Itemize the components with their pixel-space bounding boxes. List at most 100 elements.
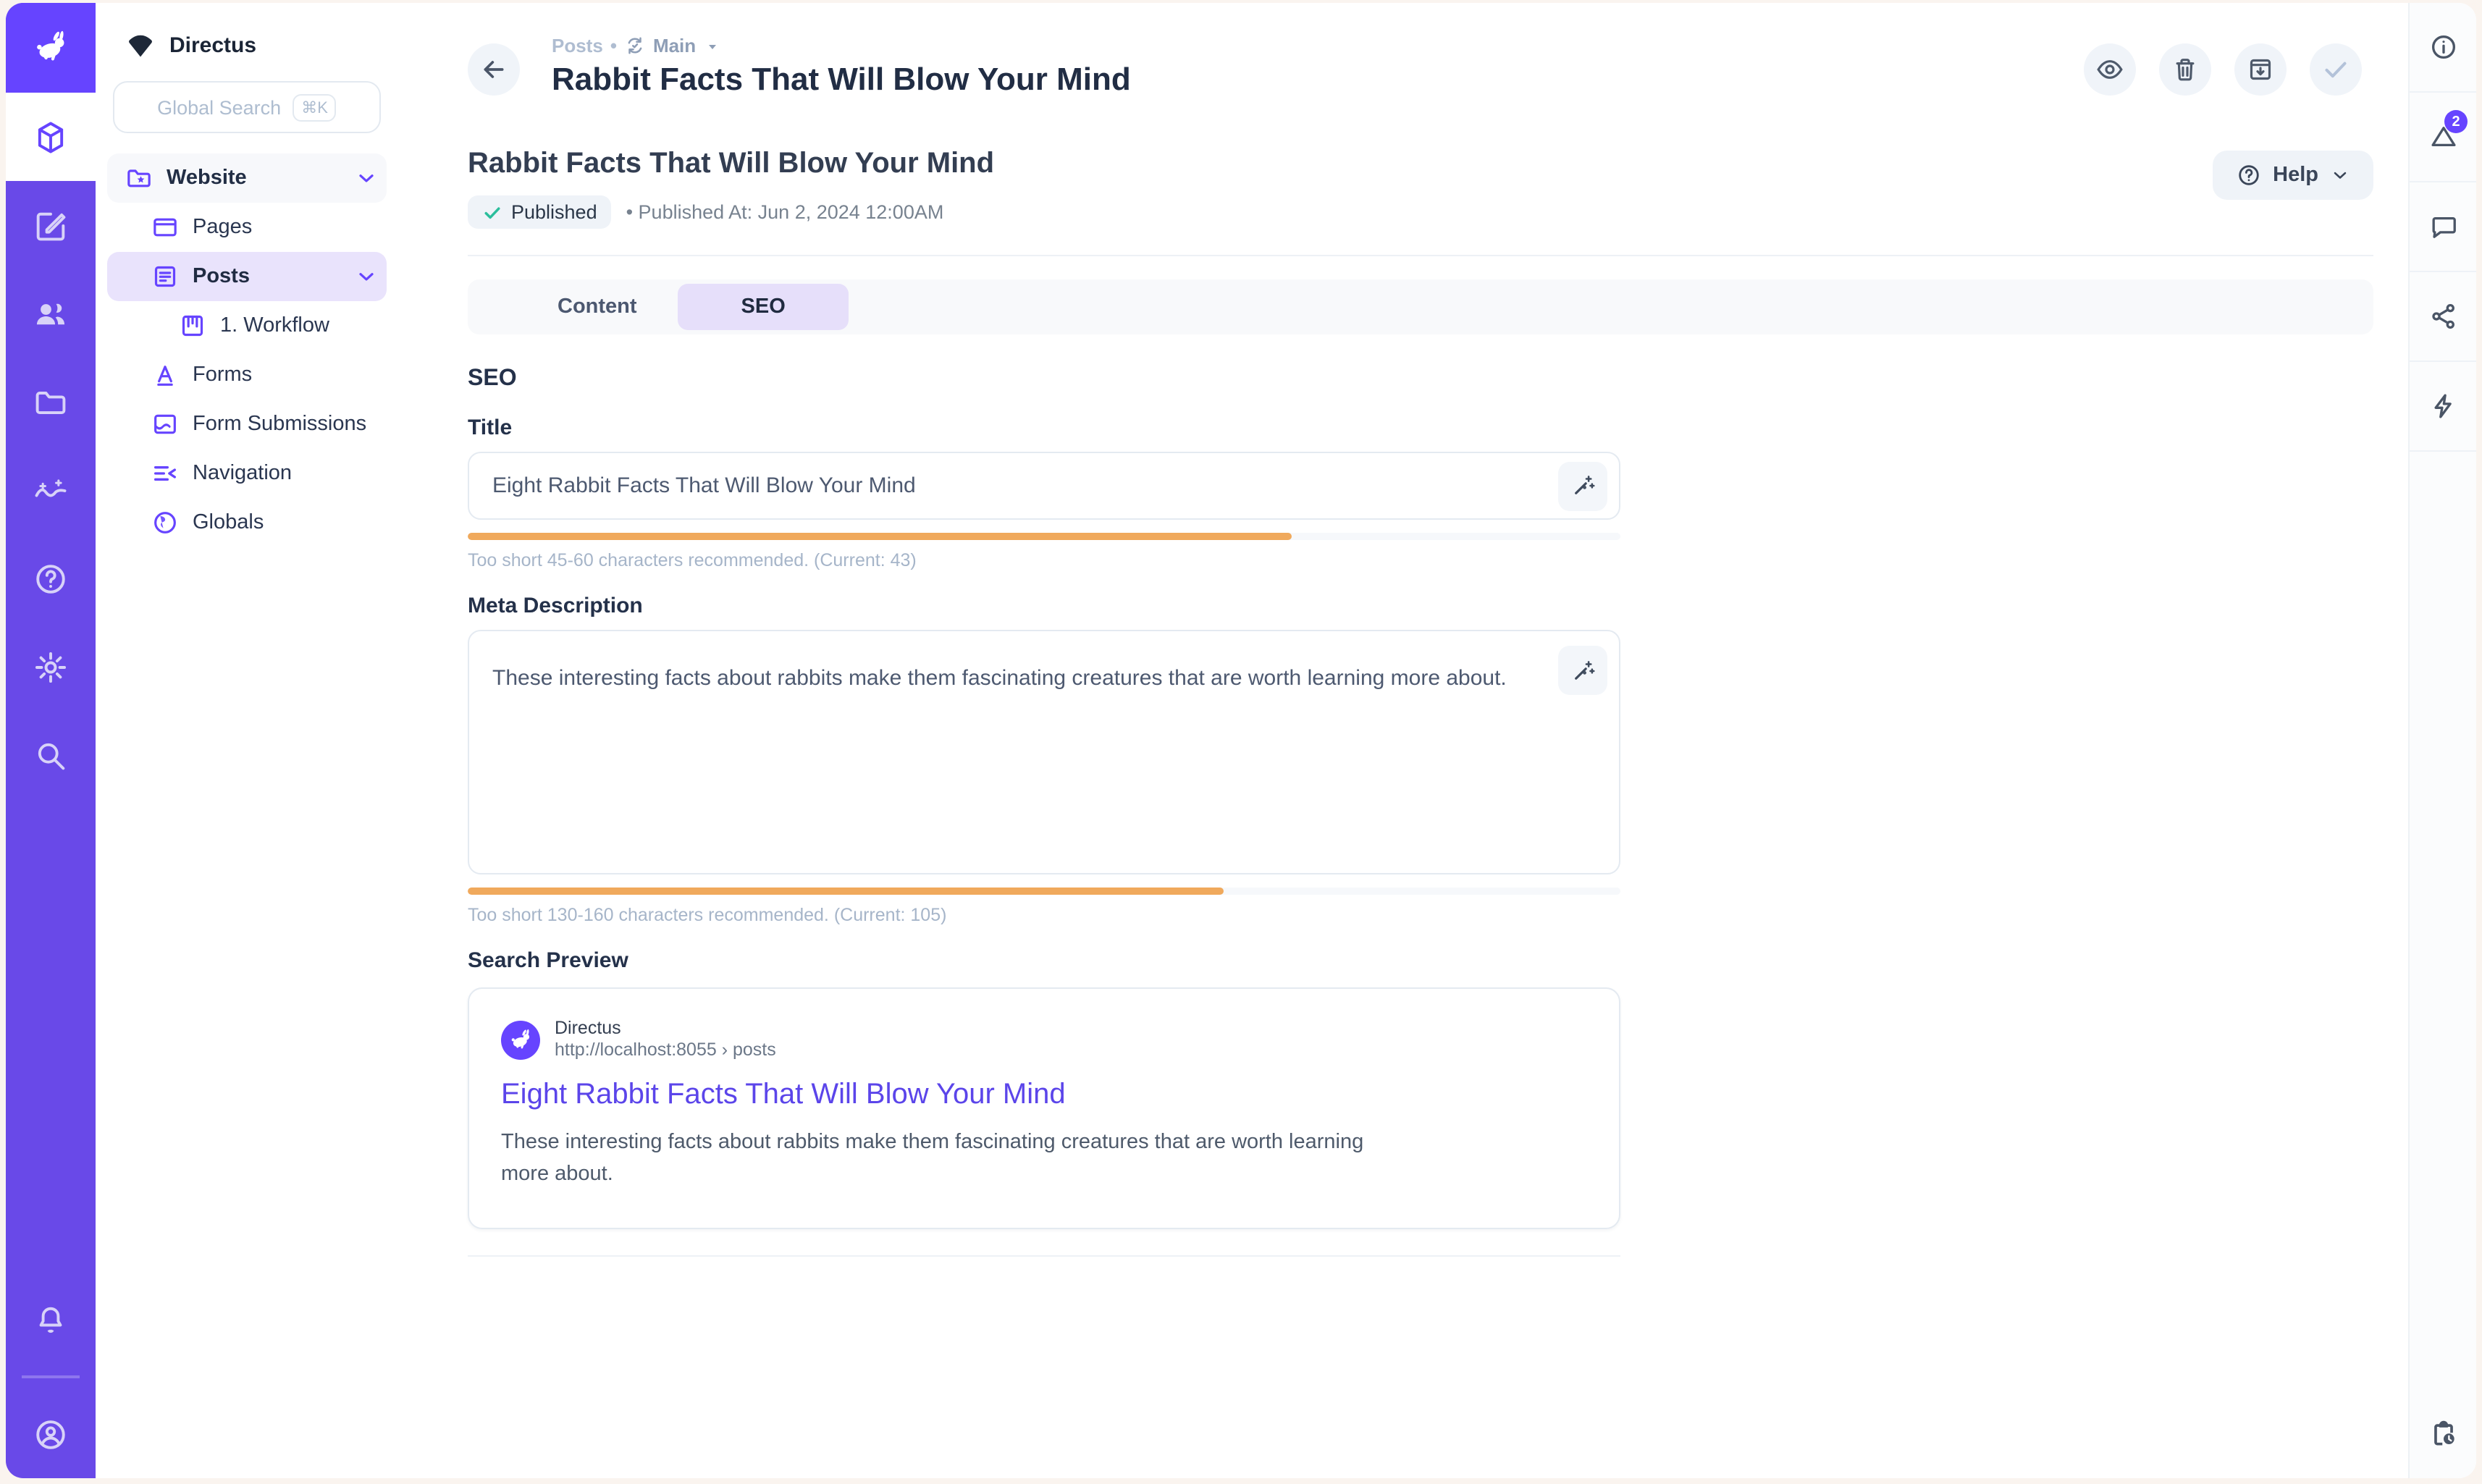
seo-title-generate-button[interactable] xyxy=(1558,461,1607,510)
globe-icon xyxy=(151,508,180,537)
info-panel-button[interactable] xyxy=(2410,3,2476,93)
check-icon xyxy=(2321,55,2350,84)
preview-description: These interesting facts about rabbits ma… xyxy=(501,1126,1370,1190)
sidebar-item-globals[interactable]: Globals xyxy=(107,498,387,547)
module-users[interactable] xyxy=(6,269,96,358)
notifications-button[interactable] xyxy=(6,1276,96,1364)
detail-content: Rabbit Facts That Will Blow Your Mind Pu… xyxy=(398,98,2408,1257)
rabbit-logo-icon xyxy=(32,29,70,67)
chevron-down-icon[interactable] xyxy=(355,166,378,190)
seo-meta-textarea[interactable]: These interesting facts about rabbits ma… xyxy=(468,630,1620,874)
help-button[interactable]: Help xyxy=(2212,151,2373,200)
main-content: Posts • Main Rabbit Facts That Will Blow… xyxy=(398,3,2408,1478)
comments-panel-button[interactable] xyxy=(2410,182,2476,272)
seo-title-label: Title xyxy=(468,416,1620,440)
seo-meta-generate-button[interactable] xyxy=(1558,646,1607,695)
sidebar-item-posts[interactable]: Posts xyxy=(107,252,387,301)
module-bar xyxy=(6,3,96,1478)
workspace-name: Directus xyxy=(169,33,256,57)
breadcrumb-separator: • xyxy=(610,35,617,56)
seo-fields: SEO Title Too short 45-60 characters rec… xyxy=(468,366,1620,1257)
box-icon xyxy=(32,118,70,156)
check-icon xyxy=(482,202,502,222)
page-title: Rabbit Facts That Will Blow Your Mind xyxy=(552,61,2084,98)
seo-title-input[interactable] xyxy=(469,473,1619,498)
search-preview-heading: Search Preview xyxy=(468,948,1620,973)
module-insights[interactable] xyxy=(6,446,96,534)
search-preview-card: Directus http://localhost:8055 › posts E… xyxy=(468,987,1620,1229)
gear-icon xyxy=(32,648,70,686)
global-search-placeholder: Global Search xyxy=(157,96,281,118)
published-at-text: • Published At: Jun 2, 2024 12:00AM xyxy=(626,201,944,223)
module-files[interactable] xyxy=(6,358,96,446)
kanban-board-icon xyxy=(178,311,207,340)
global-search-input[interactable]: Global Search ⌘K xyxy=(113,81,381,133)
sidebar-item-label: Form Submissions xyxy=(193,413,387,436)
letter-a-icon xyxy=(151,361,180,389)
page-header: Posts • Main Rabbit Facts That Will Blow… xyxy=(398,3,2408,98)
alerts-panel-button[interactable]: 2 xyxy=(2410,93,2476,182)
module-settings[interactable] xyxy=(6,623,96,711)
sidebar-item-pages[interactable]: Pages xyxy=(107,203,387,252)
detail-header: Rabbit Facts That Will Blow Your Mind Pu… xyxy=(468,148,2373,229)
insights-icon xyxy=(32,471,70,509)
seo-meta-label: Meta Description xyxy=(468,594,1620,618)
users-icon xyxy=(32,295,70,332)
back-button[interactable] xyxy=(468,43,520,96)
breadcrumb[interactable]: Posts • Main xyxy=(552,35,2084,56)
seo-section-title: SEO xyxy=(468,366,1620,392)
delete-button[interactable] xyxy=(2159,43,2211,96)
module-docs[interactable] xyxy=(6,534,96,623)
sidebar-item-label: Navigation xyxy=(193,462,387,485)
arrow-left-icon xyxy=(479,55,508,84)
directus-logo-button[interactable] xyxy=(6,3,96,93)
sidebar-item-website[interactable]: Website xyxy=(107,153,387,203)
archive-button[interactable] xyxy=(2234,43,2287,96)
preview-link-title[interactable]: Eight Rabbit Facts That Will Blow Your M… xyxy=(501,1079,1587,1112)
help-label: Help xyxy=(2273,164,2318,187)
tab-content[interactable]: Content xyxy=(520,279,675,334)
seo-title-input-wrap xyxy=(468,452,1620,520)
article-icon xyxy=(151,262,180,291)
preview-site-meta: Directus http://localhost:8055 › posts xyxy=(555,1018,776,1061)
module-bar-divider xyxy=(22,1375,80,1378)
user-menu-button[interactable] xyxy=(6,1390,96,1478)
help-circle-icon xyxy=(2235,162,2261,188)
workspace-logo-icon xyxy=(125,29,156,61)
help-circle-icon xyxy=(32,560,70,597)
search-shortcut-badge: ⌘K xyxy=(293,93,337,121)
rabbit-logo-icon xyxy=(508,1027,533,1052)
notifications-count-badge: 2 xyxy=(2444,110,2468,133)
trash-icon xyxy=(2171,55,2200,84)
share-panel-button[interactable] xyxy=(2410,272,2476,362)
tab-seo[interactable]: SEO xyxy=(678,284,849,330)
preview-favicon xyxy=(501,1020,540,1059)
preview-site-row: Directus http://localhost:8055 › posts xyxy=(501,1018,1587,1061)
sidebar-item-form-submissions[interactable]: Form Submissions xyxy=(107,400,387,449)
revisions-panel-button[interactable] xyxy=(2410,1390,2476,1478)
caret-down-icon xyxy=(703,37,720,54)
archive-down-icon xyxy=(2246,55,2275,84)
header-titles: Posts • Main Rabbit Facts That Will Blow… xyxy=(552,32,2084,98)
preview-button[interactable] xyxy=(2084,43,2136,96)
chevron-down-icon[interactable] xyxy=(355,265,378,288)
preview-url: http://localhost:8055 › posts xyxy=(555,1040,776,1061)
seo-title-hint: Too short 45-60 characters recommended. … xyxy=(468,550,1620,570)
preview-site-name: Directus xyxy=(555,1018,776,1040)
seo-meta-progress-fill xyxy=(468,888,1224,895)
sidebar-item-forms[interactable]: Forms xyxy=(107,350,387,400)
folder-star-icon xyxy=(125,164,153,193)
flows-panel-button[interactable] xyxy=(2410,362,2476,452)
sidebar-item-workflow[interactable]: 1. Workflow xyxy=(107,301,387,350)
save-button[interactable] xyxy=(2310,43,2362,96)
sidebar-item-navigation[interactable]: Navigation xyxy=(107,449,387,498)
module-editor[interactable] xyxy=(6,181,96,269)
detail-title: Rabbit Facts That Will Blow Your Mind xyxy=(468,148,2212,181)
breadcrumb-version[interactable]: Main xyxy=(653,35,696,56)
workspace-header[interactable]: Directus xyxy=(96,23,398,81)
module-content[interactable] xyxy=(6,93,96,181)
info-icon xyxy=(2428,32,2458,62)
module-search[interactable] xyxy=(6,711,96,799)
share-nodes-icon xyxy=(2428,301,2458,332)
breadcrumb-collection[interactable]: Posts xyxy=(552,35,603,56)
